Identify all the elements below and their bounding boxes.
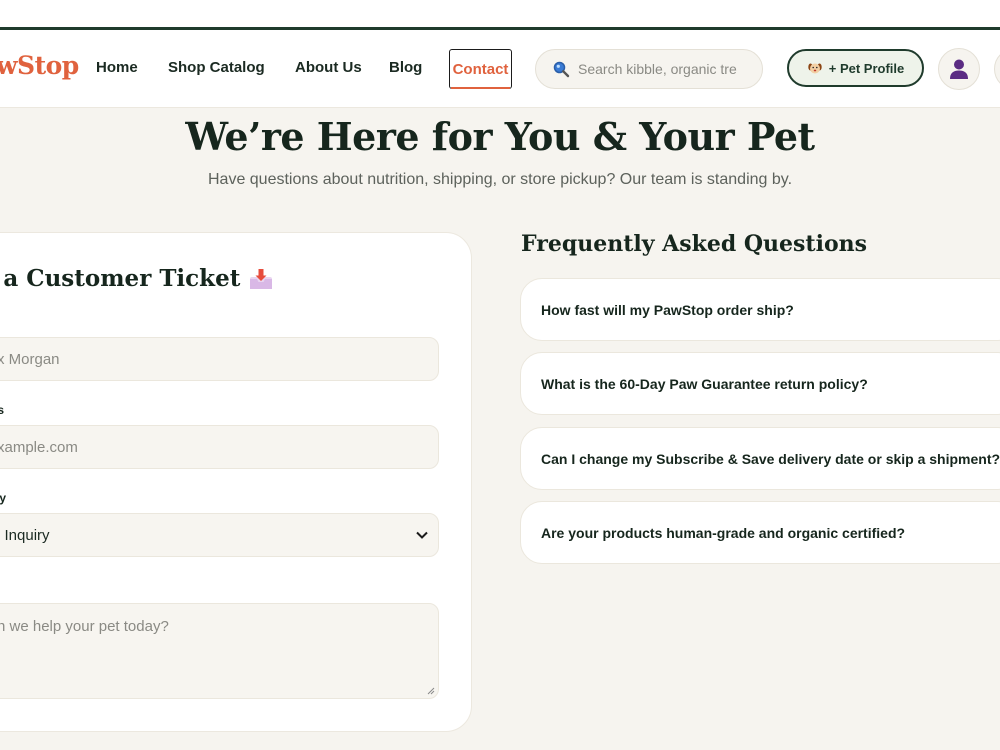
name-field[interactable]: x Morgan: [0, 337, 439, 381]
nav-about-us[interactable]: About Us: [295, 59, 362, 76]
resize-grip-icon[interactable]: [427, 687, 435, 695]
search-input[interactable]: [578, 61, 748, 77]
inquiry-select[interactable]: l Inquiry: [0, 513, 439, 557]
navbar: wStop Home Shop Catalog About Us Blog Co…: [0, 30, 1000, 108]
ticket-form-title: it a Customer Ticket: [0, 265, 274, 292]
page-title: We’re Here for You & Your Pet: [185, 114, 815, 159]
faq-question: How fast will my PawStop order ship?: [541, 301, 794, 318]
user-avatar[interactable]: [938, 48, 980, 90]
message-placeholder: n we help your pet today?: [0, 618, 169, 635]
faq-question: Can I change my Subscribe & Save deliver…: [541, 450, 1000, 467]
faq-item[interactable]: Are your products human-grade and organi…: [520, 501, 1000, 564]
email-field[interactable]: xample.com: [0, 425, 439, 469]
email-placeholder: xample.com: [0, 438, 78, 456]
faq-item[interactable]: Can I change my Subscribe & Save deliver…: [520, 427, 1000, 490]
faq-item[interactable]: How fast will my PawStop order ship?: [520, 278, 1000, 341]
name-placeholder: x Morgan: [0, 350, 60, 368]
ticket-form-title-text: it a Customer Ticket: [0, 265, 241, 292]
faq-question: What is the 60-Day Paw Guarantee return …: [541, 375, 868, 392]
cart-button[interactable]: [994, 48, 1000, 90]
nav-contact[interactable]: Contact: [449, 49, 512, 89]
faq-question: Are your products human-grade and organi…: [541, 524, 906, 541]
faq-title: Frequently Asked Questions: [521, 231, 868, 257]
email-label: ess: [0, 403, 5, 417]
chevron-down-icon: [416, 531, 428, 539]
brand-logo[interactable]: wStop: [0, 51, 79, 80]
message-textarea[interactable]: n we help your pet today?: [0, 603, 439, 699]
inquiry-label: uiry: [0, 491, 7, 505]
nav-shop-catalog[interactable]: Shop Catalog: [168, 59, 265, 76]
inquiry-value: l Inquiry: [0, 526, 50, 544]
page-subtitle: Have questions about nutrition, shipping…: [207, 171, 793, 188]
add-pet-profile-button[interactable]: + Pet Profile: [787, 49, 924, 87]
pet-profile-label: + Pet Profile: [828, 60, 905, 76]
inbox-tray-icon: [250, 268, 273, 289]
nav-blog[interactable]: Blog: [389, 59, 422, 76]
search-bar[interactable]: [535, 49, 763, 89]
search-icon: [553, 61, 570, 78]
user-icon: [950, 59, 968, 79]
nav-home[interactable]: Home: [96, 59, 138, 76]
faq-item[interactable]: What is the 60-Day Paw Guarantee return …: [520, 352, 1000, 415]
dog-icon: [808, 63, 822, 74]
top-band: [0, 0, 1000, 28]
